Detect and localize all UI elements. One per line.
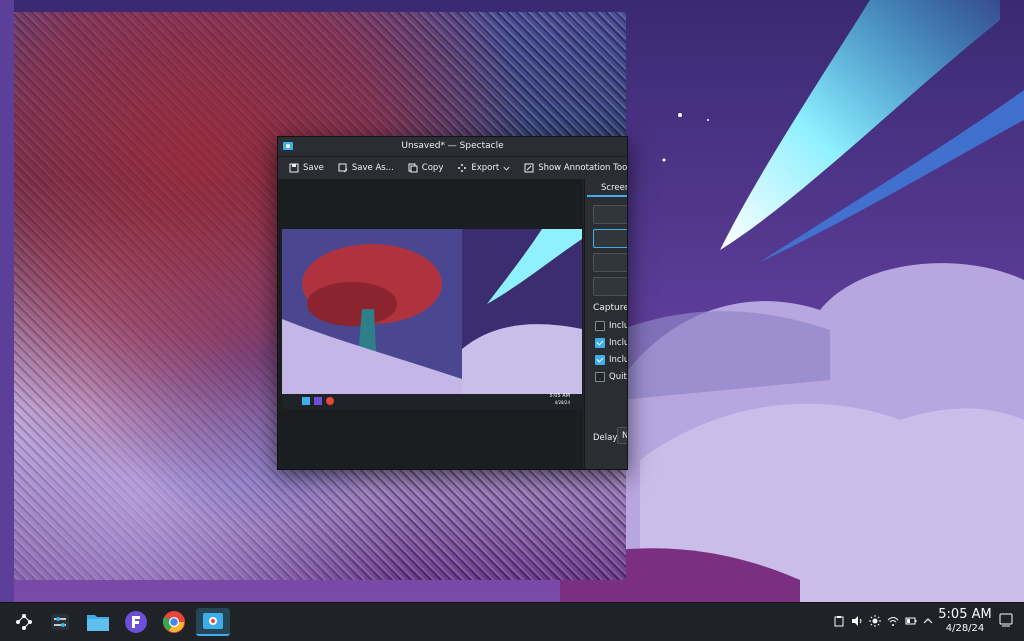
delay-spinbox[interactable]: N — [617, 427, 627, 444]
preview-tray-time: 5:05 AM — [549, 393, 570, 399]
export-button[interactable]: Export — [452, 161, 515, 175]
capture-side-panel: Screen Capture Includ Includ Includ Quit — [584, 179, 628, 469]
save-label: Save — [303, 163, 324, 173]
capture-section-title: Capture — [593, 303, 628, 313]
export-label: Export — [471, 163, 500, 173]
screenshot-preview-area[interactable]: 5:05 AM 4/28/24 — [278, 179, 583, 469]
spectacle-taskbar-button[interactable] — [196, 608, 230, 636]
preview-tray-date: 4/28/24 — [554, 400, 570, 405]
show-annotation-tools-button[interactable]: Show Annotation Tools — [519, 161, 628, 175]
save-icon — [289, 163, 299, 173]
delay-label: Delay: — [593, 433, 620, 443]
annotate-label: Show Annotation Tools — [538, 163, 628, 173]
option-4-label: Quit a — [609, 372, 627, 382]
save-as-label: Save As... — [351, 163, 394, 173]
clipboard-icon[interactable] — [833, 615, 845, 627]
spectacle-window[interactable]: Unsaved* — Spectacle Save Save As... Cop… — [277, 136, 628, 470]
copy-label: Copy — [421, 163, 444, 173]
capture-mode-button-1[interactable] — [593, 205, 627, 224]
option-4[interactable]: Quit a — [595, 372, 627, 382]
option-4-checkbox[interactable] — [595, 372, 605, 382]
screenshot-preview[interactable]: 5:05 AM 4/28/24 — [282, 229, 582, 409]
chevron-up-icon[interactable] — [922, 615, 934, 627]
option-3-checkbox[interactable] — [595, 355, 605, 365]
option-1-checkbox[interactable] — [595, 321, 605, 331]
chevron-down-icon — [503, 166, 510, 170]
window-titlebar[interactable]: Unsaved* — Spectacle — [278, 137, 627, 157]
tab-screen[interactable]: Screen — [601, 183, 627, 193]
copy-icon — [408, 163, 418, 173]
save-as-button[interactable]: Save As... — [333, 161, 399, 175]
option-2[interactable]: Includ — [595, 338, 627, 348]
option-1[interactable]: Includ — [595, 321, 627, 331]
clock-date[interactable]: 4/28/24 — [935, 623, 995, 634]
capture-mode-button-4[interactable] — [593, 277, 627, 296]
clock-time[interactable]: 5:05 AM — [935, 607, 995, 622]
option-2-checkbox[interactable] — [595, 338, 605, 348]
option-3[interactable]: Includ — [595, 355, 627, 365]
battery-icon[interactable] — [905, 615, 917, 627]
preview-image — [282, 229, 582, 409]
app-launcher-icon — [16, 614, 32, 630]
show-desktop-icon[interactable] — [999, 613, 1013, 627]
capture-mode-button-2[interactable] — [593, 229, 627, 248]
system-settings-button[interactable] — [46, 608, 74, 636]
export-icon — [458, 164, 467, 172]
option-1-label: Includ — [609, 321, 627, 331]
fedora-media-writer-button[interactable] — [122, 608, 150, 636]
fedora-media-writer-icon — [125, 611, 147, 633]
taskbar: 5:05 AM 4/28/24 — [0, 602, 1024, 641]
folder-icon — [87, 615, 109, 631]
main-toolbar: Save Save As... Copy Export Show Annotat… — [278, 157, 627, 180]
app-launcher-button[interactable] — [10, 608, 38, 636]
save-as-icon — [338, 163, 348, 173]
option-3-label: Includ — [609, 355, 627, 365]
settings-sliders-icon — [51, 614, 69, 630]
spectacle-icon — [203, 613, 223, 629]
annotate-icon — [524, 163, 534, 173]
file-manager-button[interactable] — [84, 608, 112, 636]
save-button[interactable]: Save — [284, 161, 329, 175]
capture-mode-button-3[interactable] — [593, 253, 627, 272]
volume-icon[interactable] — [851, 615, 863, 627]
chrome-icon — [162, 611, 185, 633]
copy-button[interactable]: Copy — [403, 161, 449, 175]
brightness-icon[interactable] — [869, 615, 881, 627]
window-title: Unsaved* — Spectacle — [401, 141, 504, 151]
option-2-label: Includ — [609, 338, 627, 348]
chrome-button[interactable] — [160, 608, 188, 636]
wifi-icon[interactable] — [887, 615, 899, 627]
tab-indicator — [587, 195, 627, 197]
